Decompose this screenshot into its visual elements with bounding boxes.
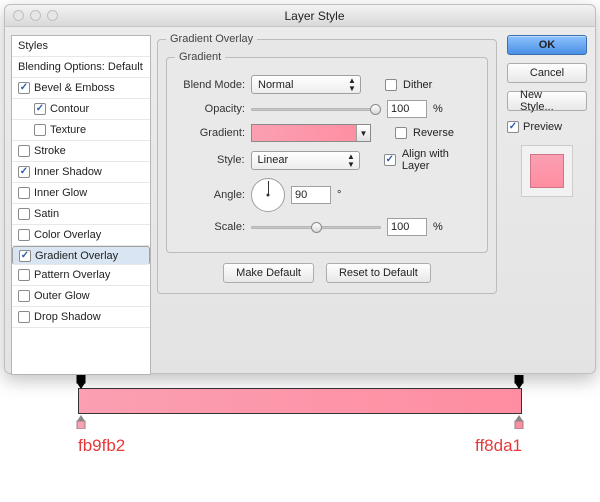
right-panel: OK Cancel New Style... Preview [507,35,587,197]
effect-label: Drop Shadow [34,311,101,323]
effect-checkbox[interactable] [34,124,46,136]
sidebar-item-drop-shadow[interactable]: Drop Shadow [12,307,150,328]
chevron-updown-icon: ▲▼ [347,77,357,93]
chevron-down-icon[interactable]: ▼ [356,125,370,141]
preview-label: Preview [523,121,562,133]
cancel-button[interactable]: Cancel [507,63,587,83]
effect-checkbox[interactable] [18,166,30,178]
color-code-right: ff8da1 [475,436,522,456]
opacity-input[interactable] [387,100,427,118]
ok-button[interactable]: OK [507,35,587,55]
blend-mode-label: Blend Mode: [175,79,245,91]
reset-default-button[interactable]: Reset to Default [326,263,431,283]
sidebar-item-color-overlay[interactable]: Color Overlay [12,225,150,246]
sidebar-item-inner-glow[interactable]: Inner Glow [12,183,150,204]
effect-label: Gradient Overlay [35,250,118,262]
effect-label: Stroke [34,145,66,157]
opacity-slider[interactable] [251,102,381,116]
chevron-updown-icon: ▲▼ [346,153,356,169]
preview-swatch [521,145,573,197]
layer-style-dialog: Layer Style Styles Blending Options: Def… [4,4,596,374]
scale-label: Scale: [175,221,245,233]
effect-label: Contour [50,103,89,115]
gradient-editor: fb9fb2 ff8da1 [78,388,522,456]
sidebar-item-bevel-emboss[interactable]: Bevel & Emboss [12,78,150,99]
inner-legend: Gradient [175,51,225,63]
color-stop-left[interactable] [75,415,87,427]
effect-label: Outer Glow [34,290,90,302]
preview-image [530,154,564,188]
effect-checkbox[interactable] [18,208,30,220]
angle-dial[interactable] [251,178,285,212]
blending-options-row[interactable]: Blending Options: Default [12,57,150,78]
sidebar-item-inner-shadow[interactable]: Inner Shadow [12,162,150,183]
effect-label: Inner Glow [34,187,87,199]
sidebar-item-pattern-overlay[interactable]: Pattern Overlay [12,265,150,286]
effect-label: Inner Shadow [34,166,102,178]
sidebar-item-stroke[interactable]: Stroke [12,141,150,162]
sidebar-item-texture[interactable]: Texture [12,120,150,141]
blend-mode-select[interactable]: Normal ▲▼ [251,75,361,94]
effect-checkbox[interactable] [18,145,30,157]
sidebar-item-gradient-overlay[interactable]: Gradient Overlay [12,246,150,265]
gradient-overlay-group: Gradient Overlay Gradient Blend Mode: No… [157,33,497,294]
sidebar-item-outer-glow[interactable]: Outer Glow [12,286,150,307]
style-label: Style: [175,154,245,166]
color-stop-right[interactable] [513,415,525,427]
opacity-stop-right[interactable] [513,375,525,387]
scale-slider[interactable] [251,220,381,234]
gradient-bar[interactable] [78,388,522,414]
outer-legend: Gradient Overlay [166,33,257,45]
gradient-label: Gradient: [175,127,245,139]
align-label: Align with Layer [402,148,479,172]
effect-label: Pattern Overlay [34,269,110,281]
reverse-checkbox[interactable] [395,127,407,139]
effect-checkbox[interactable] [18,187,30,199]
styles-sidebar: Styles Blending Options: Default Bevel &… [11,35,151,375]
style-select[interactable]: Linear ▲▼ [251,151,360,170]
titlebar[interactable]: Layer Style [5,5,595,27]
settings-panel: Gradient Overlay Gradient Blend Mode: No… [157,33,497,304]
effect-checkbox[interactable] [19,250,31,262]
sidebar-header[interactable]: Styles [12,36,150,57]
opacity-label: Opacity: [175,103,245,115]
new-style-button[interactable]: New Style... [507,91,587,111]
effect-checkbox[interactable] [18,311,30,323]
angle-label: Angle: [175,189,245,201]
effect-label: Texture [50,124,86,136]
opacity-stop-left[interactable] [75,375,87,387]
effect-checkbox[interactable] [18,290,30,302]
preview-checkbox[interactable] [507,121,519,133]
dither-checkbox[interactable] [385,79,397,91]
make-default-button[interactable]: Make Default [223,263,314,283]
effect-checkbox[interactable] [34,103,46,115]
align-checkbox[interactable] [384,154,396,166]
effect-label: Satin [34,208,59,220]
effect-checkbox[interactable] [18,269,30,281]
gradient-group: Gradient Blend Mode: Normal ▲▼ Dither Op… [166,51,488,253]
close-icon[interactable] [13,10,24,21]
scale-input[interactable] [387,218,427,236]
sidebar-item-contour[interactable]: Contour [12,99,150,120]
reverse-label: Reverse [413,127,454,139]
effect-checkbox[interactable] [18,82,30,94]
effect-label: Bevel & Emboss [34,82,115,94]
dialog-title: Layer Style [34,9,595,23]
gradient-picker[interactable]: ▼ [251,124,371,142]
effect-label: Color Overlay [34,229,101,241]
sidebar-item-satin[interactable]: Satin [12,204,150,225]
angle-input[interactable] [291,186,331,204]
effect-checkbox[interactable] [18,229,30,241]
color-code-left: fb9fb2 [78,436,125,456]
dither-label: Dither [403,79,432,91]
